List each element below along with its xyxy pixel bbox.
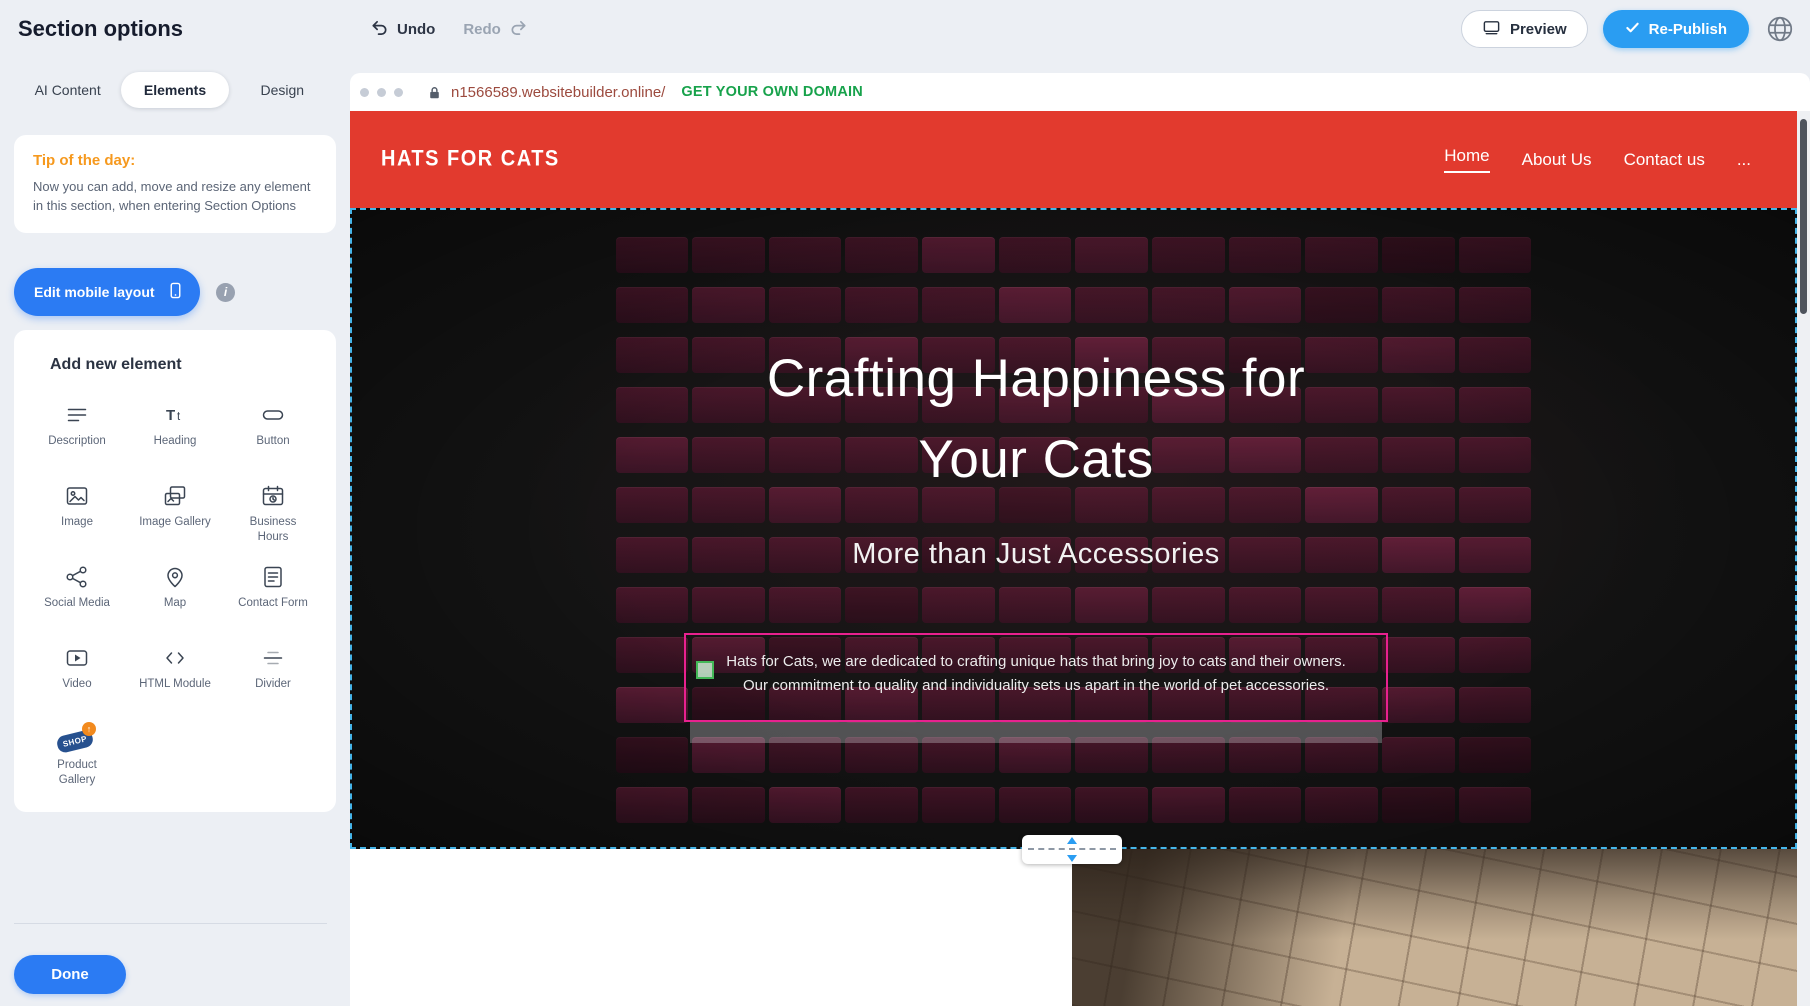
phone-icon	[167, 282, 184, 302]
redo-icon	[509, 18, 528, 41]
window-dot	[360, 88, 369, 97]
selected-paragraph-element[interactable]: Hats for Cats, we are dedicated to craft…	[684, 633, 1388, 722]
social-media-icon	[64, 562, 90, 592]
button-icon	[260, 400, 286, 430]
image-gallery-icon	[162, 481, 188, 511]
product-gallery-icon: SHOP ↑	[55, 724, 99, 754]
monitor-icon	[1482, 18, 1501, 41]
nav-home[interactable]: Home	[1444, 146, 1489, 173]
tab-design[interactable]: Design	[229, 72, 336, 108]
element-product-gallery[interactable]: SHOP ↑ Product Gallery	[28, 716, 126, 797]
sidebar-divider	[14, 923, 327, 924]
info-icon[interactable]: i	[216, 283, 235, 302]
tip-body: Now you can add, move and resize any ele…	[33, 178, 317, 216]
business-hours-icon	[260, 481, 286, 511]
page-title: Section options	[18, 0, 183, 58]
window-dot	[394, 88, 403, 97]
nav-more[interactable]: ...	[1737, 150, 1751, 170]
element-heading[interactable]: T t Heading	[126, 392, 224, 473]
svg-text:T: T	[166, 407, 175, 424]
edit-mobile-label: Edit mobile layout	[34, 284, 155, 300]
nav-about-us[interactable]: About Us	[1522, 150, 1592, 170]
element-image[interactable]: Image	[28, 473, 126, 554]
topbar: Section options Undo Redo	[0, 0, 1810, 58]
green-resize-handle[interactable]	[696, 661, 714, 679]
sidebar-tabs: AI Content Elements Design	[14, 72, 336, 108]
history-controls: Undo Redo	[370, 0, 528, 58]
element-html-module[interactable]: HTML Module	[126, 635, 224, 716]
edit-mobile-layout-button[interactable]: Edit mobile layout	[14, 268, 200, 316]
republish-button[interactable]: Re-Publish	[1603, 10, 1749, 48]
arrow-down-icon	[1067, 855, 1077, 862]
element-button[interactable]: Button	[224, 392, 322, 473]
element-video[interactable]: Video	[28, 635, 126, 716]
undo-icon	[370, 18, 389, 41]
window-dots	[360, 88, 403, 97]
contact-form-icon	[260, 562, 286, 592]
element-ghost-bar	[690, 720, 1382, 743]
lock-icon	[427, 85, 442, 100]
element-image-gallery[interactable]: Image Gallery	[126, 473, 224, 554]
html-module-icon	[162, 643, 188, 673]
browser-bar: n1566589.websitebuilder.online/ GET YOUR…	[350, 73, 1810, 111]
republish-label: Re-Publish	[1649, 21, 1727, 38]
element-contact-form[interactable]: Contact Form	[224, 554, 322, 635]
divider-icon	[260, 643, 286, 673]
hero-subheading[interactable]: More than Just Accessories	[350, 538, 1722, 571]
site-nav: Home About Us Contact us ...	[1444, 111, 1751, 208]
window-dot	[377, 88, 386, 97]
tab-ai-content[interactable]: AI Content	[14, 72, 121, 108]
hero-section[interactable]: Crafting Happiness for Your Cats More th…	[350, 208, 1797, 849]
hero-paragraph: Hats for Cats, we are dedicated to craft…	[686, 635, 1386, 698]
heading-icon: T t	[162, 400, 188, 430]
sidebar: AI Content Elements Design Tip of the da…	[0, 58, 350, 1006]
svg-text:t: t	[177, 411, 181, 423]
preview-button[interactable]: Preview	[1461, 10, 1588, 48]
preview-label: Preview	[1510, 21, 1567, 38]
tip-title: Tip of the day:	[33, 152, 317, 169]
map-icon	[162, 562, 188, 592]
site-header[interactable]: HATS FOR CATS Home About Us Contact us .…	[350, 111, 1797, 208]
resize-dashed-line	[1028, 848, 1116, 850]
element-grid: Description T t Heading Button	[28, 392, 336, 797]
get-domain-link[interactable]: GET YOUR OWN DOMAIN	[681, 84, 863, 100]
tab-elements[interactable]: Elements	[121, 72, 228, 108]
next-section-photo[interactable]	[1072, 849, 1797, 1006]
hero-content: Crafting Happiness for Your Cats More th…	[350, 208, 1722, 849]
redo-label: Redo	[463, 21, 501, 38]
scrollbar-thumb[interactable]	[1800, 119, 1807, 314]
video-icon	[64, 643, 90, 673]
language-globe-icon[interactable]	[1764, 13, 1796, 45]
element-description[interactable]: Description	[28, 392, 126, 473]
element-map[interactable]: Map	[126, 554, 224, 635]
check-icon	[1625, 20, 1640, 39]
description-icon	[64, 400, 90, 430]
nav-contact-us[interactable]: Contact us	[1624, 150, 1705, 170]
done-button[interactable]: Done	[14, 955, 126, 994]
undo-label: Undo	[397, 21, 435, 38]
section-resize-handle[interactable]	[1022, 835, 1122, 864]
element-divider[interactable]: Divider	[224, 635, 322, 716]
undo-button[interactable]: Undo	[370, 18, 435, 41]
image-icon	[64, 481, 90, 511]
upgrade-badge-icon: ↑	[82, 722, 96, 736]
arrow-up-icon	[1067, 837, 1077, 844]
add-element-title: Add new element	[50, 356, 336, 374]
scrollbar-track	[1797, 111, 1810, 1006]
topbar-actions: Preview Re-Publish	[1461, 0, 1796, 58]
redo-button[interactable]: Redo	[463, 18, 528, 41]
site-url[interactable]: n1566589.websitebuilder.online/	[451, 84, 665, 101]
tip-of-the-day-card: Tip of the day: Now you can add, move an…	[14, 135, 336, 233]
site-logo[interactable]: HATS FOR CATS	[381, 105, 560, 214]
hero-heading[interactable]: Crafting Happiness for Your Cats	[711, 338, 1361, 500]
next-section-white[interactable]	[350, 849, 1072, 1006]
element-business-hours[interactable]: Business Hours	[224, 473, 322, 554]
element-social-media[interactable]: Social Media	[28, 554, 126, 635]
add-element-panel: Add new element Description T t Heading	[14, 330, 336, 812]
